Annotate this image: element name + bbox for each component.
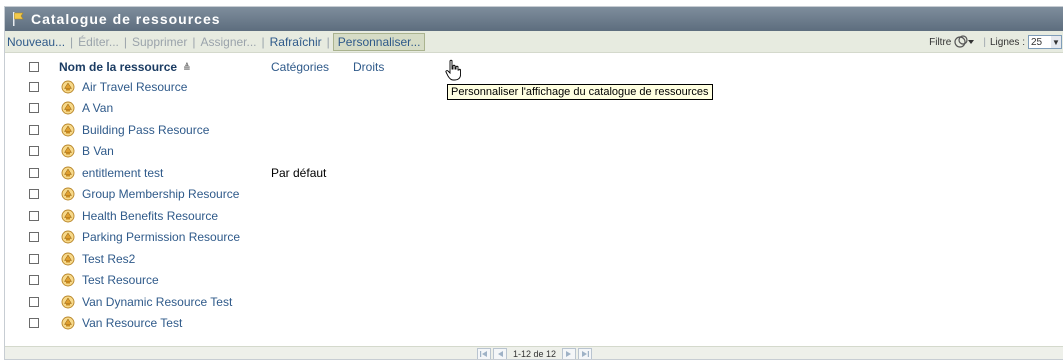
resource-icon (61, 123, 75, 137)
pagination-range: 1-12 de 12 (512, 349, 557, 359)
row-checkbox[interactable] (29, 81, 39, 92)
pagination-bar: 1-12 de 12 (5, 346, 1063, 359)
table-row[interactable]: Van Dynamic Resource Test (5, 291, 1063, 313)
resource-icon (61, 187, 75, 201)
resource-name-link[interactable]: B Van (82, 144, 114, 158)
toolbar-separator: | (192, 34, 196, 49)
last-page-icon[interactable] (578, 347, 593, 359)
resource-name-link[interactable]: Group Membership Resource (82, 187, 239, 201)
resource-name-link[interactable]: Parking Permission Resource (82, 230, 240, 244)
table-row[interactable]: Health Benefits Resource (5, 205, 1063, 227)
resource-name-link[interactable]: Van Dynamic Resource Test (82, 295, 232, 309)
customize-tooltip: Personnaliser l'affichage du catalogue d… (447, 84, 713, 100)
table-row[interactable]: Building Pass Resource (5, 119, 1063, 141)
previous-page-icon[interactable] (492, 347, 507, 359)
toolbar-separator: | (123, 34, 127, 49)
column-header-categories[interactable]: Catégories (271, 60, 329, 74)
toolbar-separator: | (70, 34, 74, 49)
toolbar-separator: | (326, 34, 330, 49)
hand-cursor-icon (445, 59, 461, 81)
delete-button[interactable]: Supprimer (132, 35, 187, 49)
column-header-rights[interactable]: Droits (353, 60, 384, 74)
lines-per-page-select[interactable]: 25 ▼ (1028, 35, 1062, 49)
resource-icon (61, 101, 75, 115)
resource-category: Par défaut (271, 165, 327, 180)
table-row[interactable]: Van Resource Test (5, 313, 1063, 335)
resource-name-link[interactable]: Health Benefits Resource (82, 209, 218, 223)
edit-button[interactable]: Éditer... (78, 35, 119, 49)
new-button[interactable]: Nouveau... (7, 35, 65, 49)
table-row[interactable]: Parking Permission Resource (5, 227, 1063, 249)
panel-titlebar: Catalogue de ressources (5, 7, 1063, 31)
row-checkbox[interactable] (29, 189, 39, 200)
resource-icon (61, 209, 75, 223)
resource-name-link[interactable]: Air Travel Resource (82, 80, 187, 94)
row-checkbox[interactable] (29, 253, 39, 264)
row-checkbox[interactable] (29, 296, 39, 307)
resource-name-link[interactable]: Test Resource (82, 273, 159, 287)
row-checkbox[interactable] (29, 232, 39, 243)
resource-icon (61, 80, 75, 94)
resource-icon (61, 273, 75, 287)
table-row[interactable]: Test Res2 (5, 248, 1063, 270)
resource-icon (61, 166, 75, 180)
filter-icon[interactable] (953, 35, 975, 49)
table-row[interactable]: Test Resource (5, 270, 1063, 292)
row-checkbox[interactable] (29, 318, 39, 329)
catalog-flag-icon (13, 12, 24, 26)
toolbar-separator: | (261, 34, 265, 49)
lines-value: 25 (1031, 36, 1043, 48)
resource-name-link[interactable]: entitlement test (82, 166, 163, 180)
action-toolbar: Nouveau... | Éditer... | Supprimer | Ass… (5, 31, 1063, 53)
sort-ascending-icon: ≜ (183, 62, 191, 73)
column-header-name-label: Nom de la ressource (59, 59, 178, 74)
toolbar-separator: | (983, 36, 986, 48)
resource-name-link[interactable]: Test Res2 (82, 252, 135, 266)
resource-icon (61, 252, 75, 266)
row-checkbox[interactable] (29, 103, 39, 114)
resource-icon (61, 230, 75, 244)
customize-button[interactable]: Personnaliser... (332, 32, 426, 51)
row-checkbox[interactable] (29, 167, 39, 178)
resource-name-link[interactable]: A Van (82, 101, 113, 115)
resource-icon (61, 295, 75, 309)
resource-icon (61, 144, 75, 158)
resource-icon (61, 316, 75, 330)
column-header-name[interactable]: Nom de la ressource ≜ (59, 60, 191, 74)
toolbar-right-controls: Filtre | Lignes : 25 ▼ (929, 31, 1062, 53)
panel-title: Catalogue de ressources (31, 11, 221, 27)
chevron-down-icon: ▼ (1051, 36, 1061, 48)
row-checkbox[interactable] (29, 275, 39, 286)
table-row[interactable]: A Van (5, 98, 1063, 120)
resource-name-link[interactable]: Van Resource Test (82, 316, 182, 330)
row-checkbox[interactable] (29, 210, 39, 221)
table-row[interactable]: Group Membership Resource (5, 184, 1063, 206)
table-row[interactable]: entitlement test Par défaut (5, 162, 1063, 184)
table-header: Nom de la ressource ≜ Catégories Droits (5, 57, 1063, 76)
resource-catalog-panel: Catalogue de ressources Nouveau... | Édi… (4, 6, 1063, 360)
filter-label: Filtre (929, 36, 952, 48)
row-checkbox[interactable] (29, 146, 39, 157)
select-all-checkbox[interactable] (29, 61, 39, 72)
table-body: Air Travel Resource A Van Building Pass Re… (5, 76, 1063, 334)
row-checkbox[interactable] (29, 124, 39, 135)
next-page-icon[interactable] (562, 347, 577, 359)
lines-label: Lignes : (989, 36, 1025, 48)
first-page-icon[interactable] (476, 347, 491, 359)
resource-name-link[interactable]: Building Pass Resource (82, 123, 209, 137)
assign-button[interactable]: Assigner... (200, 35, 256, 49)
table-row[interactable]: B Van (5, 141, 1063, 163)
refresh-button[interactable]: Rafraîchir (270, 35, 322, 49)
